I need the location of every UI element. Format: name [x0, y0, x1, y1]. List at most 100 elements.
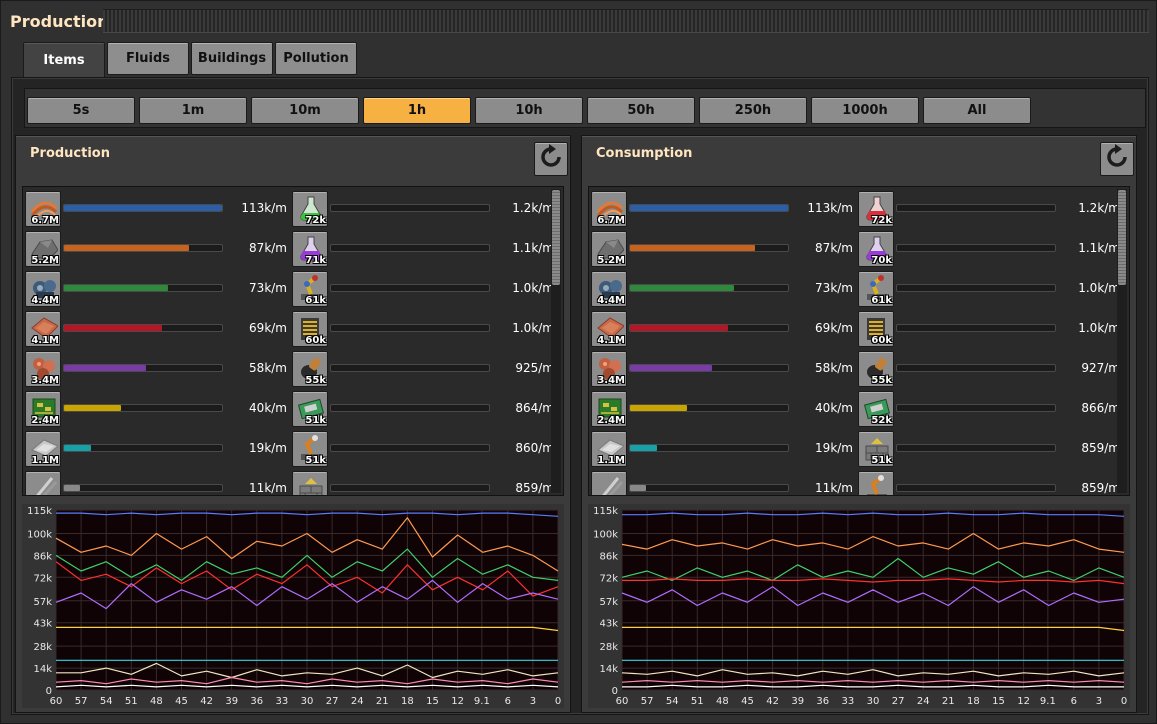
fast-inserter-icon[interactable]: 51k — [292, 431, 328, 467]
list-item[interactable]: 2.4M 40k/m — [591, 391, 853, 427]
engine-icon[interactable]: 4.4M — [25, 271, 61, 307]
list-item[interactable]: 1.1M 19k/m — [25, 431, 287, 467]
list-item[interactable]: 72k 1.2k/m — [858, 191, 1120, 227]
grenade-icon[interactable]: 55k — [858, 351, 894, 387]
list-item[interactable]: 51k 859/m — [858, 431, 1120, 467]
copper-ore-icon[interactable]: 3.4M — [591, 351, 627, 387]
list-item[interactable]: 51k 860/m — [292, 431, 554, 467]
item-rate: 866/m — [1081, 401, 1120, 415]
y-tick-label: 72k — [33, 573, 52, 584]
transport-belt-icon[interactable]: 60k — [858, 311, 894, 347]
list-item[interactable]: 3.4M 58k/m — [591, 351, 853, 387]
rate-bar — [63, 244, 223, 252]
list-item[interactable]: 55k 925/m — [292, 351, 554, 387]
stone-wall-icon[interactable] — [292, 471, 328, 495]
list-item[interactable]: 2.4M 40k/m — [25, 391, 287, 427]
list-item[interactable]: 5.2M 87k/m — [591, 231, 853, 267]
iron-stick-icon[interactable] — [591, 471, 627, 495]
tab-pollution[interactable]: Pollution — [275, 42, 357, 75]
list-item[interactable]: 60k 1.0k/m — [292, 311, 554, 347]
list-item[interactable]: 11k/m — [25, 471, 287, 495]
tab-buildings[interactable]: Buildings — [191, 42, 273, 75]
electronic-circuit-icon[interactable]: 2.4M — [591, 391, 627, 427]
list-item[interactable]: 70k 1.1k/m — [858, 231, 1120, 267]
iron-stick-icon[interactable] — [25, 471, 61, 495]
time-button-1m[interactable]: 1m — [139, 97, 247, 124]
list-item[interactable]: 859/m — [858, 471, 1120, 495]
logistic-science-pack-icon[interactable]: 72k — [292, 191, 328, 227]
time-button-1h[interactable]: 1h — [363, 97, 471, 124]
list-item[interactable]: 55k 927/m — [858, 351, 1120, 387]
copper-plate-icon[interactable]: 4.1M — [591, 311, 627, 347]
x-tick-label: 9.1 — [1040, 696, 1056, 707]
stone-icon[interactable]: 5.2M — [591, 231, 627, 267]
item-rate: 1.1k/m — [512, 241, 554, 255]
time-button-50h[interactable]: 50h — [587, 97, 695, 124]
scrollbar-thumb[interactable] — [552, 190, 560, 285]
electronic-circuit-icon[interactable]: 2.4M — [25, 391, 61, 427]
list-item[interactable]: 6.7M 113k/m — [25, 191, 287, 227]
list-item[interactable]: 52k 866/m — [858, 391, 1120, 427]
copper-ore-icon[interactable]: 3.4M — [25, 351, 61, 387]
list-item[interactable]: 4.4M 73k/m — [25, 271, 287, 307]
list-item[interactable]: 51k 864/m — [292, 391, 554, 427]
iron-plate-icon[interactable]: 1.1M — [25, 431, 61, 467]
time-button-250h[interactable]: 250h — [699, 97, 807, 124]
time-button-10h[interactable]: 10h — [475, 97, 583, 124]
x-tick-label: 51 — [125, 696, 138, 707]
automation-science-pack-icon[interactable]: 72k — [858, 191, 894, 227]
tab-items[interactable]: Items — [23, 42, 105, 78]
list-item[interactable]: 11k/m — [591, 471, 853, 495]
list-item[interactable]: 6.7M 113k/m — [591, 191, 853, 227]
copper-cable-icon[interactable]: 6.7M — [25, 191, 61, 227]
rate-bar-fill — [630, 205, 788, 211]
reset-button[interactable] — [1100, 142, 1134, 176]
list-item[interactable]: 4.4M 73k/m — [591, 271, 853, 307]
time-button-all[interactable]: All — [923, 97, 1031, 124]
list-item[interactable]: 4.1M 69k/m — [25, 311, 287, 347]
rate-bar-fill — [630, 325, 728, 331]
item-count: 4.4M — [31, 295, 59, 306]
list-item[interactable]: 3.4M 58k/m — [25, 351, 287, 387]
stone-wall-icon[interactable]: 51k — [858, 431, 894, 467]
grenade-icon[interactable]: 55k — [292, 351, 328, 387]
list-scrollbar[interactable] — [1117, 189, 1127, 493]
copper-cable-icon[interactable]: 6.7M — [591, 191, 627, 227]
chemical-science-pack-icon[interactable]: 70k — [858, 231, 894, 267]
item-rate: 87k/m — [815, 241, 853, 255]
reset-button[interactable] — [534, 142, 568, 176]
list-item[interactable]: 71k 1.1k/m — [292, 231, 554, 267]
inserter-icon[interactable]: 61k — [858, 271, 894, 307]
item-rate: 859/m — [515, 481, 554, 495]
list-item[interactable]: 60k 1.0k/m — [858, 311, 1120, 347]
engine-icon[interactable]: 4.4M — [591, 271, 627, 307]
fast-inserter-icon[interactable] — [858, 471, 894, 495]
time-button-5s[interactable]: 5s — [27, 97, 135, 124]
list-item[interactable]: 61k 1.0k/m — [858, 271, 1120, 307]
list-scrollbar[interactable] — [551, 189, 561, 493]
time-button-1000h[interactable]: 1000h — [811, 97, 919, 124]
transport-belt-icon[interactable]: 60k — [292, 311, 328, 347]
list-item[interactable]: 72k 1.2k/m — [292, 191, 554, 227]
tab-fluids[interactable]: Fluids — [107, 42, 189, 75]
y-tick-label: 43k — [599, 619, 618, 630]
list-item[interactable]: 1.1M 19k/m — [591, 431, 853, 467]
scrollbar-thumb[interactable] — [1118, 190, 1126, 285]
inserter-icon[interactable]: 61k — [292, 271, 328, 307]
stone-icon[interactable]: 5.2M — [25, 231, 61, 267]
advanced-circuit-icon[interactable]: 52k — [858, 391, 894, 427]
item-rate: 860/m — [515, 441, 554, 455]
advanced-circuit-icon[interactable]: 51k — [292, 391, 328, 427]
iron-plate-icon[interactable]: 1.1M — [591, 431, 627, 467]
list-item[interactable]: 859/m — [292, 471, 554, 495]
copper-plate-icon[interactable]: 4.1M — [25, 311, 61, 347]
list-item[interactable]: 61k 1.0k/m — [292, 271, 554, 307]
x-tick-label: 60 — [616, 696, 629, 707]
list-item[interactable]: 4.1M 69k/m — [591, 311, 853, 347]
x-tick-label: 24 — [351, 696, 364, 707]
y-tick-label: 86k — [33, 551, 52, 562]
drag-handle[interactable] — [103, 9, 1149, 33]
chemical-science-pack-icon[interactable]: 71k — [292, 231, 328, 267]
time-button-10m[interactable]: 10m — [251, 97, 359, 124]
list-item[interactable]: 5.2M 87k/m — [25, 231, 287, 267]
